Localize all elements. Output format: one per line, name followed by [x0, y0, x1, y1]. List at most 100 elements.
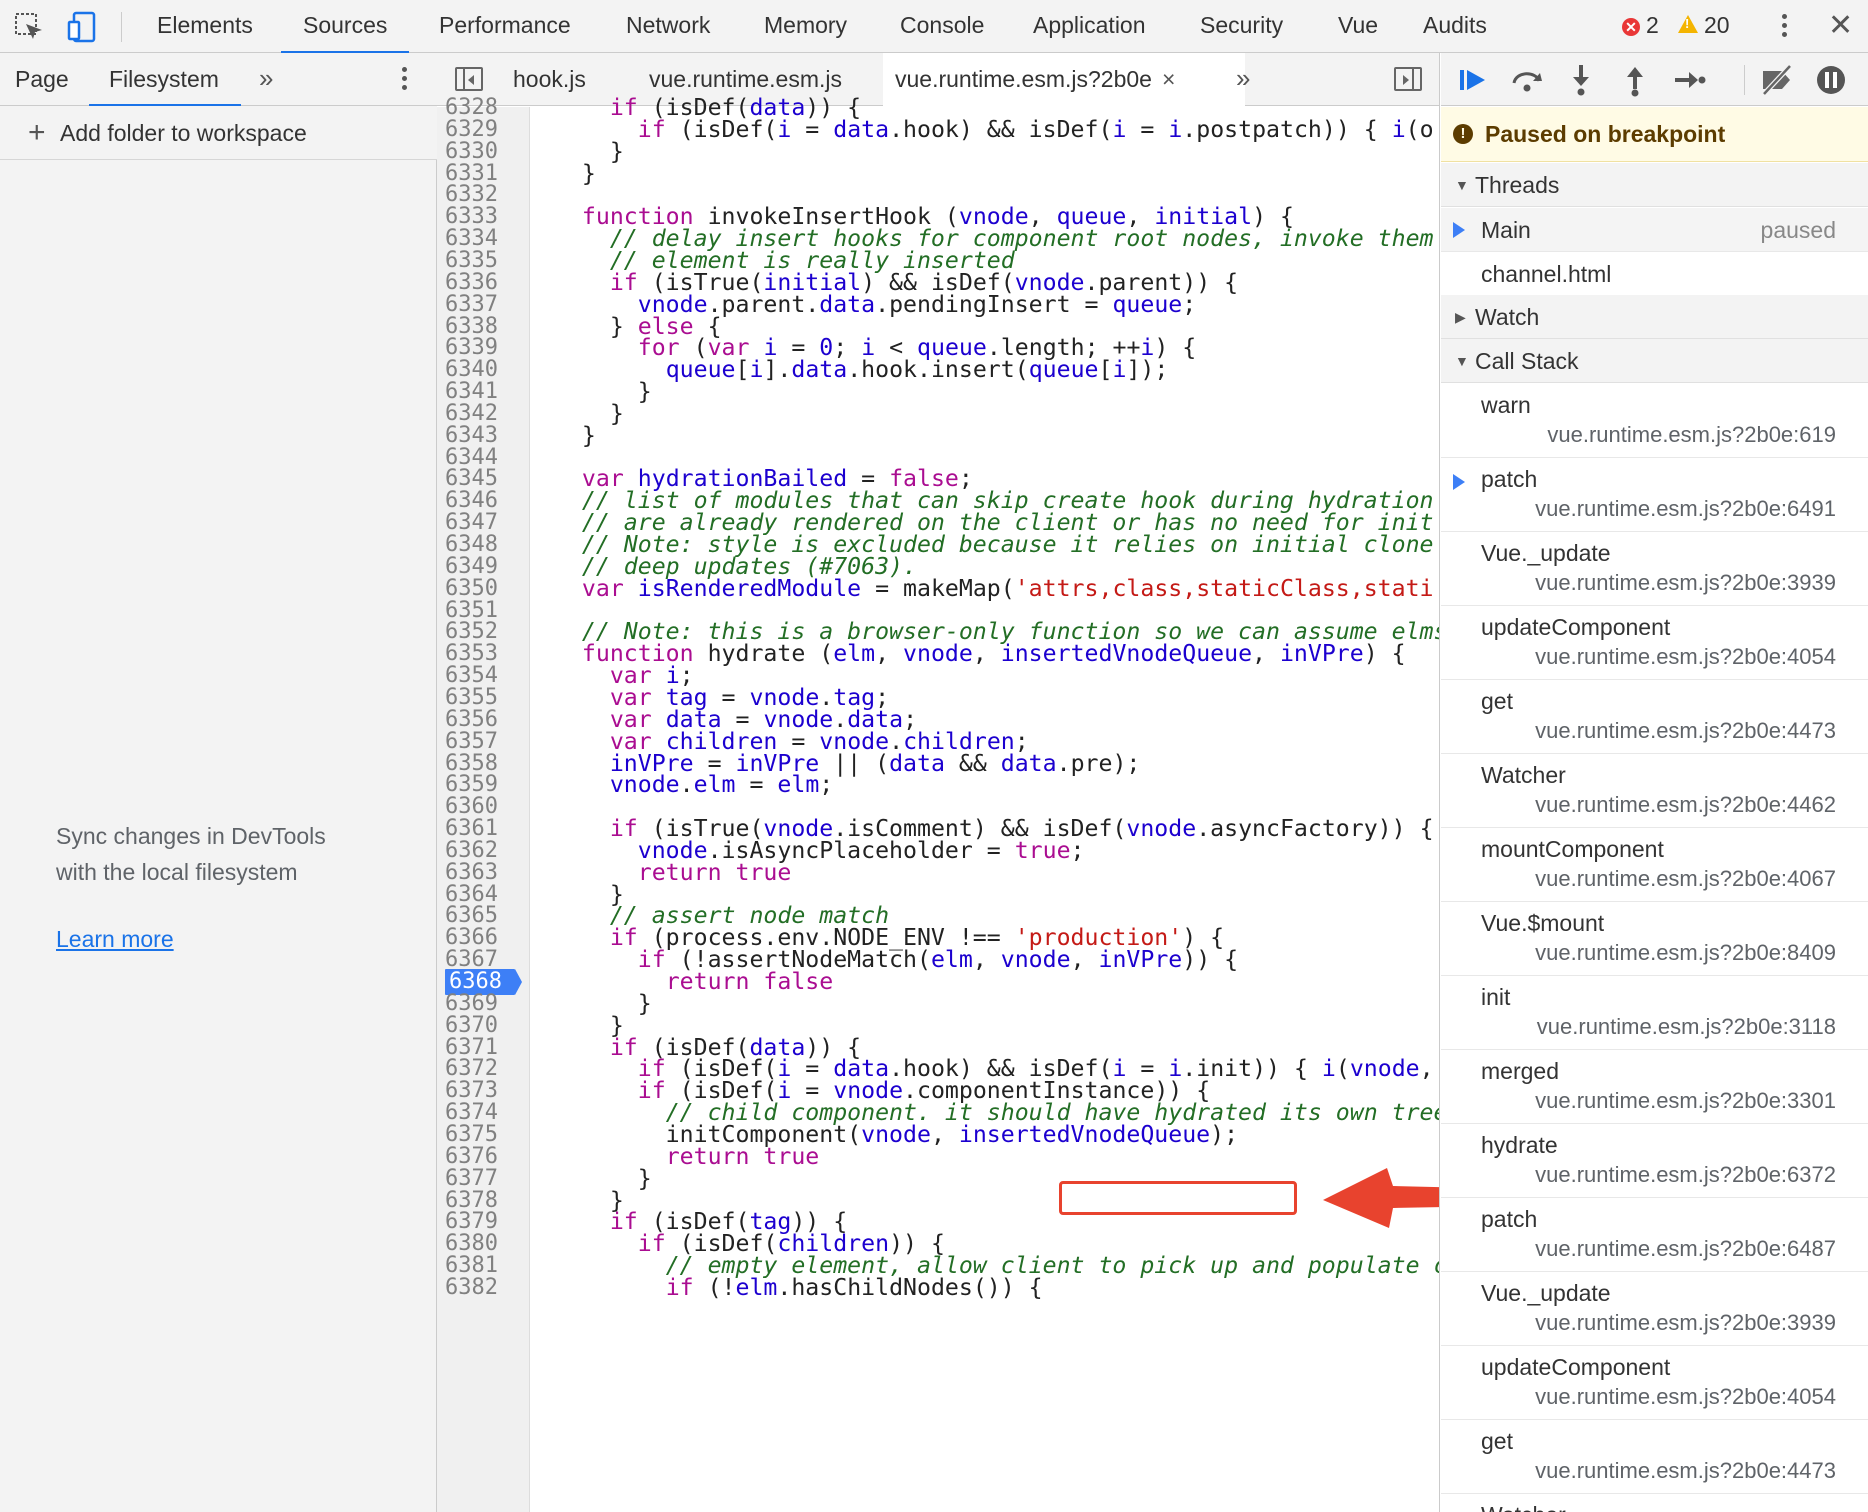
frame-location-link[interactable]: vue.runtime.esm.js?2b0e:4462: [1535, 792, 1836, 818]
frame-function-name: updateComponent: [1481, 1354, 1671, 1380]
plus-icon: +: [28, 116, 46, 149]
deactivate-breakpoints-icon[interactable]: [1758, 61, 1796, 99]
frame-function-name: Vue._update: [1481, 540, 1611, 566]
call-frame[interactable]: get vue.runtime.esm.js?2b0e:4473: [1441, 680, 1868, 754]
call-frame[interactable]: patch vue.runtime.esm.js?2b0e:6491: [1441, 458, 1868, 532]
more-vert-icon[interactable]: [1781, 14, 1787, 40]
tab-network[interactable]: Network: [626, 0, 710, 53]
frame-location-link[interactable]: vue.runtime.esm.js?2b0e:3939: [1535, 1310, 1836, 1336]
navigator-menu-icon[interactable]: [401, 67, 407, 93]
frame-location-link[interactable]: vue.runtime.esm.js?2b0e:3939: [1535, 570, 1836, 596]
call-frame[interactable]: mountComponent vue.runtime.esm.js?2b0e:40…: [1441, 828, 1868, 902]
tab-console[interactable]: Console: [900, 0, 984, 53]
paused-message: Paused on breakpoint: [1485, 121, 1726, 147]
close-icon[interactable]: ✕: [1828, 8, 1853, 43]
code-area: 6328 if (isDef(data)) {6329 if (isDef(i …: [437, 95, 1439, 1512]
call-frame[interactable]: merged vue.runtime.esm.js?2b0e:3301: [1441, 1050, 1868, 1124]
tab-security[interactable]: Security: [1200, 0, 1283, 53]
watch-section-header[interactable]: ▶ Watch: [1441, 295, 1868, 339]
call-frame[interactable]: init vue.runtime.esm.js?2b0e:3118: [1441, 976, 1868, 1050]
frame-location-link[interactable]: vue.runtime.esm.js?2b0e:619: [1547, 422, 1836, 448]
frame-location-link[interactable]: vue.runtime.esm.js?2b0e:4473: [1535, 1458, 1836, 1484]
call-frame[interactable]: warn vue.runtime.esm.js?2b0e:619: [1441, 384, 1868, 458]
sync-line-2: with the local filesystem: [56, 859, 298, 885]
frame-function-name: warn: [1481, 392, 1531, 418]
callstack-section-header[interactable]: ▼ Call Stack: [1441, 339, 1868, 383]
frame-location-link[interactable]: vue.runtime.esm.js?2b0e:6372: [1535, 1162, 1836, 1188]
frame-location-link[interactable]: vue.runtime.esm.js?2b0e:8409: [1535, 940, 1836, 966]
pause-on-exceptions-icon[interactable]: [1812, 61, 1850, 99]
warning-count-badge[interactable]: 20: [1678, 0, 1730, 53]
call-frame[interactable]: updateComponent vue.runtime.esm.js?2b0e:4…: [1441, 606, 1868, 680]
frame-location-link[interactable]: vue.runtime.esm.js?2b0e:3118: [1537, 1014, 1836, 1040]
step-into-icon[interactable]: [1562, 61, 1600, 99]
current-thread-arrow-icon: [1453, 222, 1465, 238]
call-frame[interactable]: Vue._update vue.runtime.esm.js?2b0e:3939: [1441, 1272, 1868, 1346]
inspect-element-icon[interactable]: [12, 10, 46, 44]
frame-location-link[interactable]: vue.runtime.esm.js?2b0e:4054: [1535, 644, 1836, 670]
frame-function-name: get: [1481, 1428, 1513, 1454]
frame-function-name: patch: [1481, 466, 1538, 492]
call-frame[interactable]: Vue.$mount vue.runtime.esm.js?2b0e:8409: [1441, 902, 1868, 976]
thread-item[interactable]: channel.html: [1441, 252, 1868, 296]
call-frame[interactable]: Watcher: [1441, 1494, 1868, 1512]
debugger-toolbar-separator: [1744, 65, 1745, 95]
call-frame[interactable]: updateComponent vue.runtime.esm.js?2b0e:4…: [1441, 1346, 1868, 1420]
threads-section-header[interactable]: ▼ Threads: [1441, 163, 1868, 207]
device-toolbar-icon[interactable]: [66, 10, 100, 44]
frame-location-link[interactable]: vue.runtime.esm.js?2b0e:6491: [1535, 496, 1836, 522]
annotation-arrow-icon: [1323, 1168, 1439, 1228]
add-folder-button[interactable]: + Add folder to workspace: [0, 106, 437, 160]
resume-icon[interactable]: [1454, 61, 1492, 99]
close-tab-icon[interactable]: ×: [1162, 66, 1175, 92]
tab-filesystem[interactable]: Filesystem: [89, 53, 241, 107]
frame-function-name: Vue.$mount: [1481, 910, 1605, 936]
frame-location-link[interactable]: vue.runtime.esm.js?2b0e:4054: [1535, 1384, 1836, 1410]
error-count-badge[interactable]: ✕ 2: [1622, 0, 1659, 53]
more-tabs-chevron-icon[interactable]: »: [259, 53, 273, 106]
toggle-debugger-icon[interactable]: [1394, 67, 1422, 91]
paused-banner: ! Paused on breakpoint: [1441, 107, 1868, 162]
sync-description: Sync changes in DevTools with the local …: [56, 818, 426, 890]
step-out-icon[interactable]: [1616, 61, 1654, 99]
thread-status: paused: [1760, 217, 1836, 243]
info-icon: !: [1453, 124, 1473, 144]
add-folder-label: Add folder to workspace: [60, 120, 307, 146]
learn-more-link[interactable]: Learn more: [56, 926, 174, 953]
tab-sources[interactable]: Sources: [280, 0, 410, 54]
call-frame[interactable]: patch vue.runtime.esm.js?2b0e:6487: [1441, 1198, 1868, 1272]
expand-down-icon: ▼: [1455, 353, 1469, 369]
tab-memory[interactable]: Memory: [764, 0, 847, 53]
call-frame[interactable]: hydrate vue.runtime.esm.js?2b0e:6372: [1441, 1124, 1868, 1198]
step-over-icon[interactable]: [1508, 61, 1546, 99]
tab-page[interactable]: Page: [15, 53, 69, 106]
frame-function-name: init: [1481, 984, 1511, 1010]
frame-location-link[interactable]: vue.runtime.esm.js?2b0e:4473: [1535, 718, 1836, 744]
code-line[interactable]: 6382 if (!elm.hasChildNodes()) {: [437, 1274, 1439, 1301]
devtools-toolbar: Elements Sources Performance Network Memory C…: [0, 0, 1868, 54]
thread-item[interactable]: Main paused: [1441, 208, 1868, 252]
code-editor: hook.js vue.runtime.esm.js vue.runtime.e…: [437, 53, 1440, 1512]
line-number[interactable]: 6382: [445, 1275, 525, 1301]
frame-location-link[interactable]: vue.runtime.esm.js?2b0e:3301: [1535, 1088, 1836, 1114]
call-frame[interactable]: Watcher vue.runtime.esm.js?2b0e:4462: [1441, 754, 1868, 828]
frame-location-link[interactable]: vue.runtime.esm.js?2b0e:6487: [1535, 1236, 1836, 1262]
thread-name: Main: [1481, 217, 1531, 243]
call-frame[interactable]: Vue._update vue.runtime.esm.js?2b0e:3939: [1441, 532, 1868, 606]
tab-vue[interactable]: Vue: [1338, 0, 1378, 53]
tab-elements[interactable]: Elements: [157, 0, 253, 53]
tab-application[interactable]: Application: [1033, 0, 1146, 53]
call-frame[interactable]: get vue.runtime.esm.js?2b0e:4473: [1441, 1420, 1868, 1494]
tab-audits[interactable]: Audits: [1423, 0, 1487, 53]
debugger-sidebar: ! Paused on breakpoint ▼ Threads Main pau…: [1441, 53, 1868, 1512]
toggle-navigator-icon[interactable]: [455, 67, 483, 91]
frame-function-name: hydrate: [1481, 1132, 1558, 1158]
toolbar-separator: [121, 12, 122, 42]
frame-function-name: Vue._update: [1481, 1280, 1611, 1306]
step-icon[interactable]: [1670, 61, 1708, 99]
tab-performance[interactable]: Performance: [439, 0, 571, 53]
frame-location-link[interactable]: vue.runtime.esm.js?2b0e:4067: [1535, 866, 1836, 892]
frame-function-name: Watcher: [1481, 1502, 1566, 1512]
navigator-tabs: Page Filesystem »: [0, 53, 437, 107]
error-icon: ✕: [1622, 18, 1640, 36]
